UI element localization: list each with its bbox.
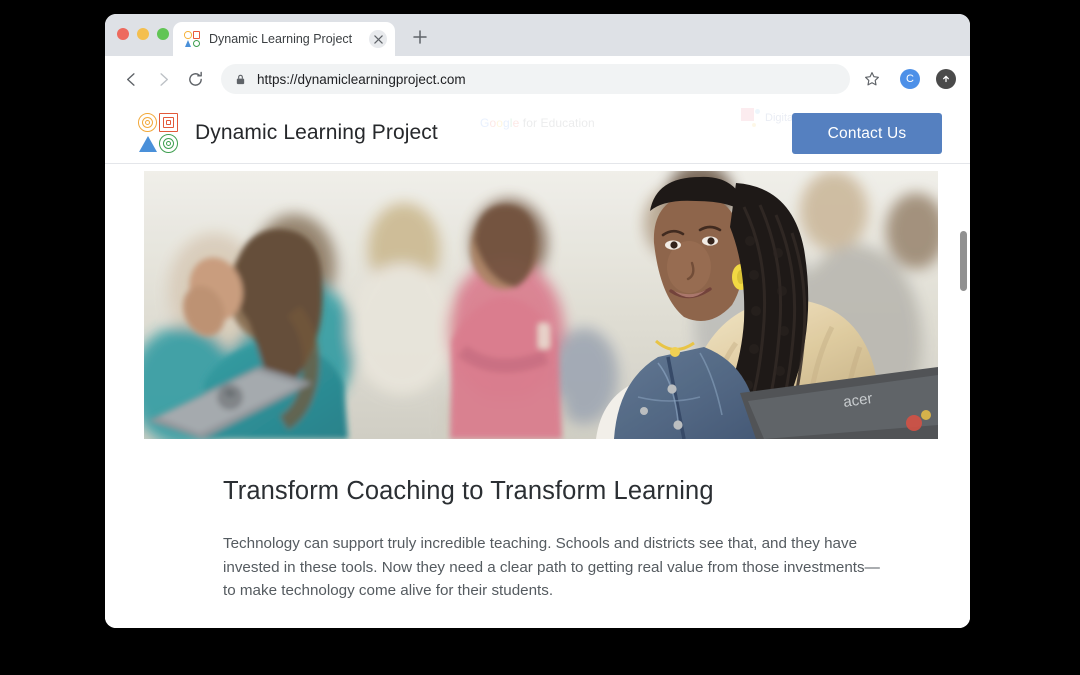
- profile-avatar[interactable]: C: [900, 69, 920, 89]
- hero-image: acer: [144, 171, 938, 439]
- new-tab-icon[interactable]: [408, 25, 432, 49]
- page-scrollbar-track[interactable]: [957, 165, 970, 628]
- p2-part-d: . The: [784, 628, 818, 629]
- extension-upload-icon[interactable]: [936, 69, 956, 89]
- browser-window: Dynamic Learning Project https://dynamic…: [105, 14, 970, 628]
- hero-photo-illustration: acer: [144, 171, 938, 439]
- bookmark-star-icon[interactable]: [858, 65, 886, 93]
- page-title: Transform Coaching to Transform Learning: [223, 477, 714, 505]
- address-bar[interactable]: https://dynamiclearningproject.com: [221, 64, 850, 94]
- p2-bold-coaching: coaching: [533, 628, 600, 629]
- dynamic-learning-project-favicon: [184, 31, 200, 47]
- gfe-letter-o2: o: [496, 116, 503, 130]
- site-header: Dynamic Learning Project Google for Educ…: [105, 102, 970, 164]
- maximize-window-button[interactable]: [157, 28, 169, 40]
- page-body: acer Transform Coaching to Transform Lea…: [105, 165, 970, 628]
- browser-toolbar: https://dynamiclearningproject.com C: [105, 56, 970, 102]
- close-window-button[interactable]: [117, 28, 129, 40]
- lock-icon: [235, 73, 247, 85]
- article-paragraph-1: Technology can support truly incredible …: [223, 535, 880, 599]
- p2-part-a: The Dynamic Learning Project (DLP) is ab…: [223, 628, 533, 629]
- article-paragraph-2: The Dynamic Learning Project (DLP) is ab…: [223, 625, 881, 629]
- address-bar-url: https://dynamiclearningproject.com: [257, 71, 466, 87]
- p2-bold-change-management: change management: [633, 628, 784, 629]
- close-tab-icon[interactable]: [369, 30, 387, 48]
- content-card: acer Transform Coaching to Transform Lea…: [144, 171, 938, 628]
- back-icon[interactable]: [117, 65, 145, 93]
- site-title: Dynamic Learning Project: [195, 120, 438, 144]
- tab-title: Dynamic Learning Project: [209, 32, 353, 46]
- contact-us-button[interactable]: Contact Us: [792, 113, 942, 154]
- forward-icon[interactable]: [149, 65, 177, 93]
- page-viewport: Dynamic Learning Project Google for Educ…: [105, 102, 970, 628]
- page-scrollbar-thumb[interactable]: [960, 231, 967, 291]
- window-traffic-lights: [117, 28, 169, 40]
- article: Transform Coaching to Transform Learning…: [144, 439, 938, 628]
- gfe-suffix: for Education: [519, 116, 595, 130]
- digital-promise-mark: [741, 108, 761, 128]
- p2-part-c: and: [599, 628, 633, 629]
- gfe-letter-g2: g: [503, 116, 510, 130]
- reload-icon[interactable]: [181, 65, 209, 93]
- dynamic-learning-project-logo[interactable]: [138, 112, 178, 153]
- browser-tab[interactable]: Dynamic Learning Project: [173, 22, 395, 56]
- google-for-education-wordmark: Google for Education: [480, 116, 595, 130]
- minimize-window-button[interactable]: [137, 28, 149, 40]
- tab-strip: Dynamic Learning Project: [105, 14, 970, 56]
